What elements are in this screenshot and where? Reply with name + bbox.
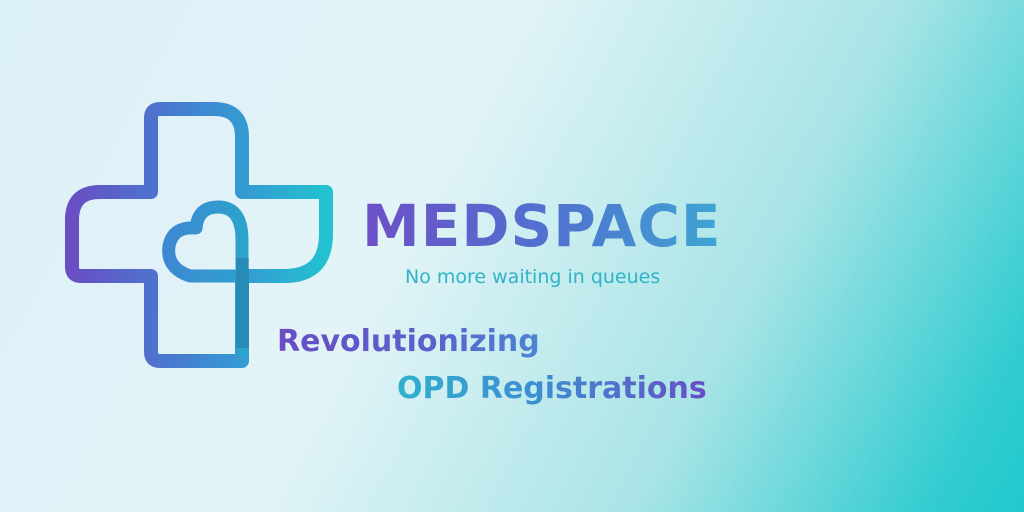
heart-outline (162, 200, 249, 357)
brand-name: MEDSPACE (362, 192, 722, 260)
headline-line-2: OPD Registrations (397, 369, 707, 409)
brand-tagline: No more waiting in queues (405, 266, 661, 288)
banner: MEDSPACE No more waiting in queues Revol… (0, 0, 1024, 512)
fold-shadow (236, 258, 249, 348)
headline-line-1: Revolutionizing (277, 322, 540, 362)
